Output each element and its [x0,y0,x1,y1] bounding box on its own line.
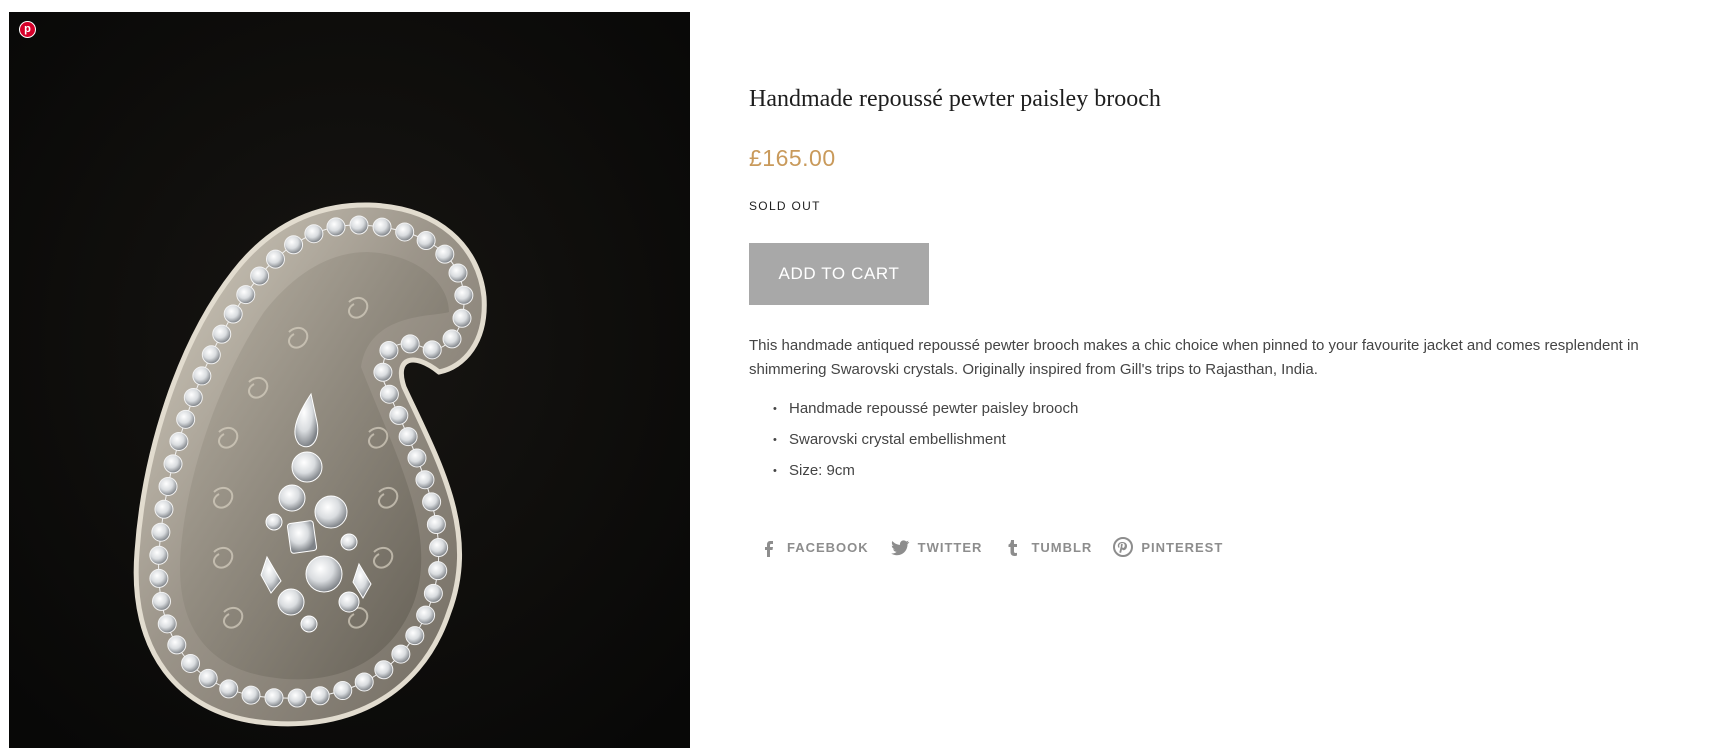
product-image[interactable]: p [9,12,690,748]
twitter-icon [890,537,910,557]
share-facebook-link[interactable]: FACEBOOK [759,537,869,557]
product-price: £165.00 [749,145,836,171]
feature-list: Handmade repoussé pewter paisley brooch … [749,397,1078,490]
list-item: Handmade repoussé pewter paisley brooch [773,397,1078,428]
share-pinterest-link[interactable]: PINTEREST [1113,537,1223,557]
share-links: FACEBOOK TWITTER TUMBLR PINTEREST [759,537,1244,557]
share-pinterest-label: PINTEREST [1141,539,1224,555]
pinterest-icon: p [24,23,31,35]
share-tumblr-link[interactable]: TUMBLR [1003,537,1092,557]
share-twitter-label: TWITTER [917,539,983,555]
brooch-photo [9,12,690,748]
share-twitter-link[interactable]: TWITTER [890,537,983,557]
availability-status: SOLD OUT [749,199,821,213]
share-tumblr-label: TUMBLR [1031,539,1093,555]
share-facebook-label: FACEBOOK [787,539,869,555]
tumblr-icon [1003,537,1023,557]
pinterest-pin-button[interactable]: p [19,21,36,38]
pinterest-icon [1113,537,1134,557]
list-item: Swarovski crystal embellishment [773,428,1078,459]
list-item: Size: 9cm [773,459,1078,490]
facebook-icon [759,537,779,557]
add-to-cart-button[interactable]: ADD TO CART [749,243,929,305]
product-page: p Handmade repoussé pewter paisley brooc… [0,0,1713,748]
product-description: This handmade antiqued repoussé pewter b… [749,337,1639,378]
product-title: Handmade repoussé pewter paisley brooch [749,86,1161,112]
